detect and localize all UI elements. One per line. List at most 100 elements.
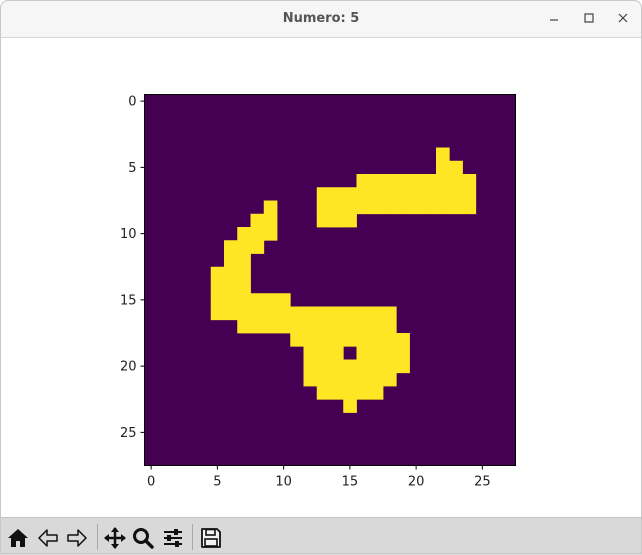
heatmap-cell [330, 359, 344, 374]
y-tick-label: 5 [128, 161, 136, 176]
heatmap-cell [263, 293, 278, 307]
heatmap-cell [369, 174, 384, 188]
heatmap-cell [263, 227, 278, 241]
x-tick-label: 10 [275, 475, 292, 490]
heatmap-cell [449, 187, 463, 201]
title-bar: Numero: 5 [0, 0, 642, 38]
heatmap-cell [369, 372, 384, 387]
heatmap-cell [316, 333, 331, 347]
heatmap-cell [396, 200, 410, 215]
home-icon[interactable] [6, 526, 30, 550]
heatmap-cell [436, 200, 450, 215]
heatmap-cell [356, 187, 371, 201]
heatmap-cell [369, 386, 384, 400]
heatmap-cell [210, 306, 225, 321]
heatmap-cell [303, 346, 318, 360]
heatmap-cell [330, 187, 344, 201]
heatmap-cell [369, 346, 384, 360]
heatmap-cell [224, 253, 238, 268]
heatmap-cell [343, 200, 357, 215]
heatmap-cell [356, 306, 371, 321]
heatmap-cell [237, 293, 251, 307]
minimize-icon[interactable] [543, 7, 565, 29]
heatmap-cells [144, 94, 516, 466]
heatmap-cell [330, 386, 344, 400]
heatmap-cell [356, 333, 371, 347]
heatmap-cell [462, 200, 477, 215]
heatmap-cell [422, 187, 437, 201]
plot-canvas[interactable]: 0 5 10 15 20 25 0 5 10 15 20 25 [0, 38, 642, 517]
heatmap-cell [316, 200, 331, 215]
x-tick-label: 5 [213, 475, 221, 490]
maximize-icon[interactable] [578, 7, 600, 29]
heatmap-cell [263, 306, 278, 321]
heatmap-cell [316, 386, 331, 400]
heatmap-cell [343, 306, 357, 321]
configure-subplots-icon[interactable] [161, 526, 185, 550]
y-axis-ticks: 0 5 10 15 20 25 [120, 95, 145, 441]
heatmap-cell [369, 319, 384, 334]
heatmap-cell [409, 174, 424, 188]
heatmap-cell [383, 359, 397, 374]
y-tick-label: 10 [120, 227, 137, 242]
heatmap-cell [290, 319, 304, 334]
close-icon[interactable] [612, 7, 634, 29]
toolbar-separator [97, 524, 98, 550]
heatmap-cell [422, 174, 437, 188]
heatmap-cell [343, 333, 357, 347]
heatmap-cell [316, 187, 331, 201]
heatmap-cell [237, 253, 251, 268]
heatmap-cell [396, 346, 410, 360]
heatmap-cell [396, 333, 410, 347]
heatmap-cell [409, 200, 424, 215]
heatmap-cell [224, 266, 238, 281]
heatmap-cell [343, 359, 357, 374]
toolbar-separator [192, 524, 193, 550]
heatmap-cell [210, 293, 225, 307]
heatmap-cell [237, 306, 251, 321]
heatmap-cell [330, 333, 344, 347]
heatmap-cell [436, 160, 450, 175]
heatmap-cell [383, 346, 397, 360]
heatmap-cell [343, 213, 357, 228]
heatmap-cell [356, 386, 371, 400]
heatmap-cell [383, 174, 397, 188]
y-tick-label: 20 [120, 360, 137, 375]
heatmap-cell [250, 319, 265, 334]
zoom-icon[interactable] [131, 526, 155, 550]
heatmap-cell [303, 359, 318, 374]
heatmap-cell [396, 359, 410, 374]
heatmap-cell [224, 293, 238, 307]
forward-arrow-icon[interactable] [65, 526, 89, 550]
heatmap-cell [369, 306, 384, 321]
pan-icon[interactable] [103, 526, 127, 550]
heatmap-cell [263, 319, 278, 334]
heatmap-cell [356, 174, 371, 188]
heatmap-cell [383, 372, 397, 387]
heatmap-cell [303, 306, 318, 321]
heatmap-cell [250, 306, 265, 321]
heatmap-cell [369, 187, 384, 201]
heatmap-cell [303, 372, 318, 387]
heatmap-cell [303, 333, 318, 347]
heatmap-cell [396, 187, 410, 201]
heatmap-cell [224, 306, 238, 321]
heatmap-cell [369, 200, 384, 215]
heatmap-cell [316, 306, 331, 321]
heatmap-cell [396, 174, 410, 188]
heatmap-cell [462, 174, 477, 188]
heatmap-cell [383, 333, 397, 347]
y-tick-label: 25 [120, 426, 137, 441]
save-icon[interactable] [199, 526, 223, 550]
heatmap-cell [330, 372, 344, 387]
heatmap-cell [277, 293, 291, 307]
heatmap-cell [369, 359, 384, 374]
heatmap-cell [330, 213, 344, 228]
back-arrow-icon[interactable] [36, 526, 60, 550]
heatmap-cell [250, 227, 265, 241]
heatmap-cell [316, 213, 331, 228]
heatmap-cell [224, 280, 238, 294]
navigation-toolbar [0, 517, 642, 555]
x-axis-ticks: 0 5 10 15 20 25 [147, 465, 491, 490]
heatmap-cell [250, 293, 265, 307]
